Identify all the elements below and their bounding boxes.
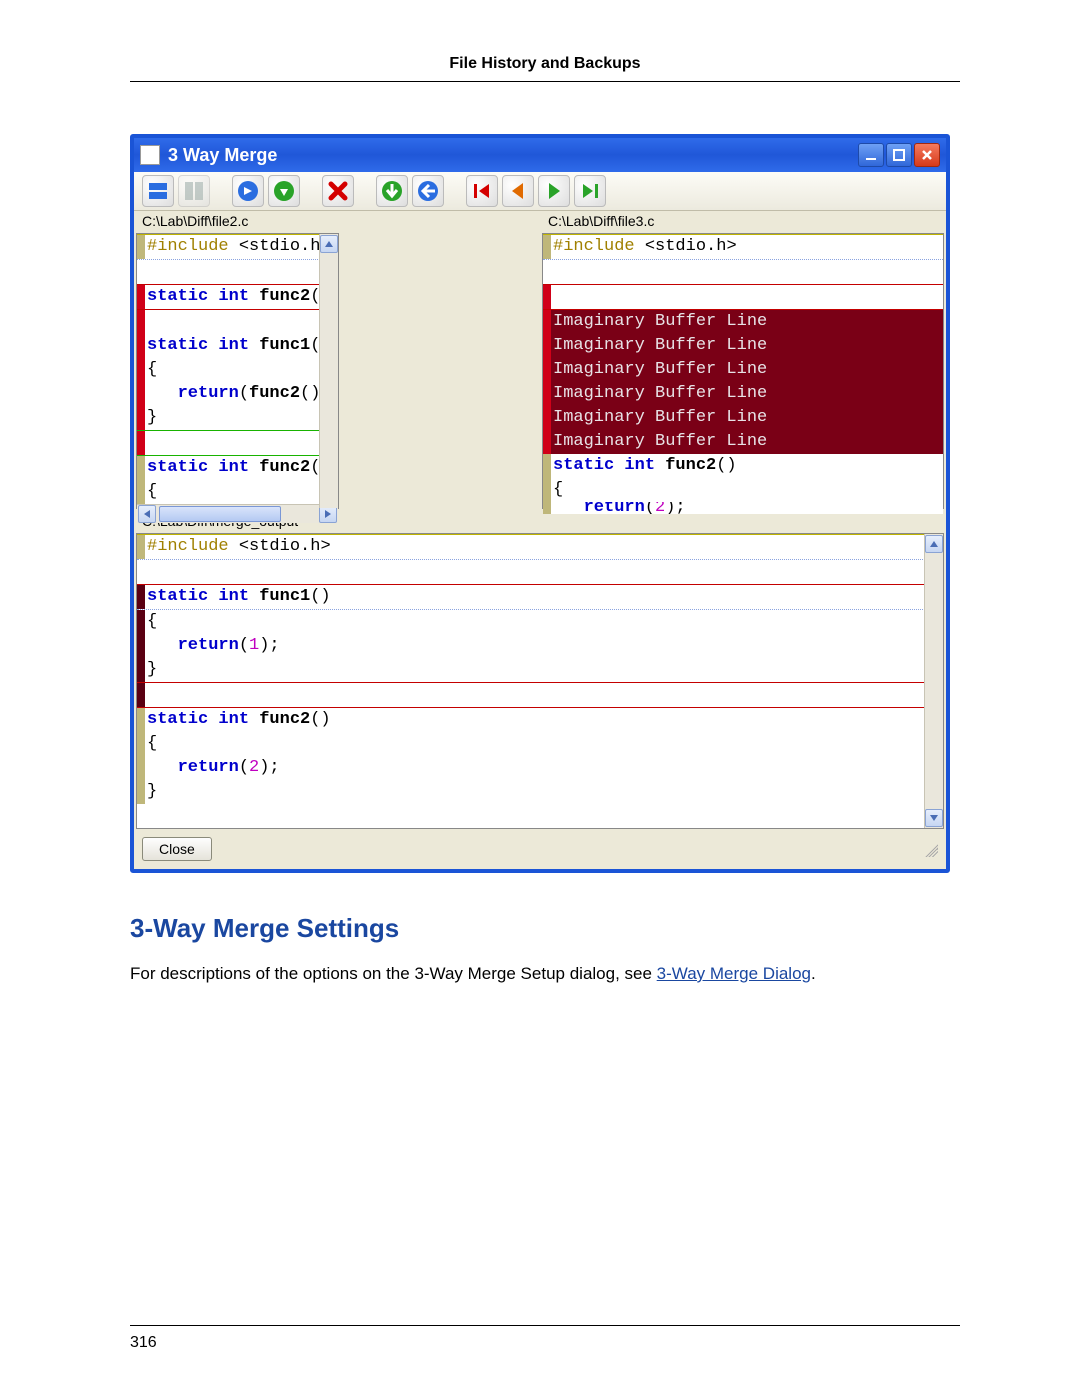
resize-grip-icon[interactable] xyxy=(922,841,938,857)
layout-horizontal-icon[interactable] xyxy=(142,175,174,207)
page-footer: 316 xyxy=(130,1325,960,1352)
output-pane[interactable]: #include <stdio.h> static int func1() { … xyxy=(136,533,944,829)
output-vscroll[interactable] xyxy=(924,534,943,828)
toolbar xyxy=(134,172,946,211)
body-text: For descriptions of the options on the 3… xyxy=(130,964,657,983)
accept-down-icon[interactable] xyxy=(376,175,408,207)
dialog-bottom-bar: Close xyxy=(134,831,946,869)
left-path: C:\Lab\Diff\file2.c xyxy=(134,211,540,231)
right-path: C:\Lab\Diff\file3.c xyxy=(540,211,946,231)
page-number: 316 xyxy=(130,1334,157,1351)
scroll-up-icon[interactable] xyxy=(925,535,943,553)
scroll-left-icon[interactable] xyxy=(138,505,156,523)
minimize-button[interactable] xyxy=(858,143,884,167)
maximize-button[interactable] xyxy=(886,143,912,167)
body-suffix: . xyxy=(811,964,816,983)
app-icon xyxy=(140,145,160,165)
last-diff-icon[interactable] xyxy=(574,175,606,207)
merge-dialog-link[interactable]: 3-Way Merge Dialog xyxy=(657,964,811,983)
client-area: C:\Lab\Diff\file2.c #include <stdio.h> s… xyxy=(134,211,946,869)
scroll-up-icon[interactable] xyxy=(320,235,338,253)
left-hscroll[interactable] xyxy=(137,504,338,523)
layout-vertical-icon[interactable] xyxy=(178,175,210,207)
accept-left-icon[interactable] xyxy=(412,175,444,207)
scroll-down-icon[interactable] xyxy=(925,809,943,827)
window-title: 3 Way Merge xyxy=(168,145,277,166)
left-pane[interactable]: #include <stdio.h> static int func2(); s… xyxy=(136,233,339,509)
prev-diff-icon[interactable] xyxy=(268,175,300,207)
close-button[interactable]: Close xyxy=(142,837,212,861)
page-header: File History and Backups xyxy=(130,55,960,82)
first-diff-icon[interactable] xyxy=(466,175,498,207)
hscroll-thumb[interactable] xyxy=(159,506,281,522)
window-close-button[interactable] xyxy=(914,143,940,167)
app-window: 3 Way Merge xyxy=(130,134,950,873)
next-diff-green-icon[interactable] xyxy=(538,175,570,207)
left-vscroll[interactable] xyxy=(319,234,338,508)
window-titlebar[interactable]: 3 Way Merge xyxy=(134,138,946,172)
remove-diff-icon[interactable] xyxy=(322,175,354,207)
section-heading: 3-Way Merge Settings xyxy=(130,913,960,944)
body-paragraph: For descriptions of the options on the 3… xyxy=(130,962,960,986)
prev-diff-orange-icon[interactable] xyxy=(502,175,534,207)
right-pane[interactable]: #include <stdio.h> Imaginary Buffer Line… xyxy=(542,233,944,509)
document-page: File History and Backups 3 Way Merge xyxy=(0,0,1080,1397)
next-diff-icon[interactable] xyxy=(232,175,264,207)
